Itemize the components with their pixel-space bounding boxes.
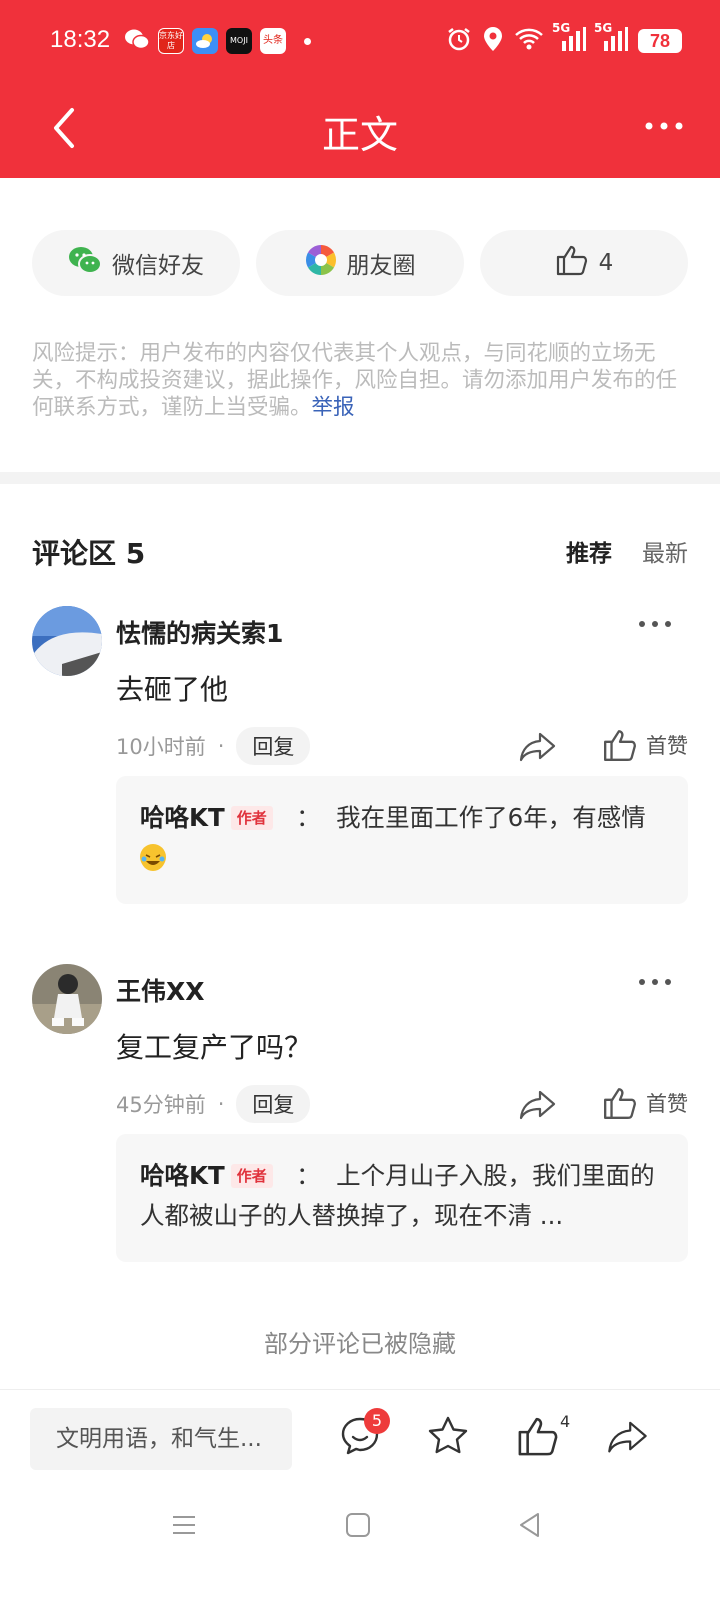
comment-sort-tabs: 推荐 最新: [566, 534, 688, 568]
system-nav-bar: [0, 1489, 720, 1604]
reply-colon: ：: [280, 1161, 337, 1190]
author-reply[interactable]: 哈咯KT 作者 ： 上个月山子入股，我们里面的人都被山子的人替换掉了，现在不清 .…: [116, 1134, 688, 1262]
home-square-icon: [346, 1513, 370, 1537]
menu-nav-button[interactable]: [170, 1511, 198, 1543]
comment-count-badge: 5: [364, 1408, 390, 1434]
star-icon: [428, 1416, 468, 1454]
comment-item: 王伟XX 复工复产了吗？ 45分钟前 · 回复 首赞 哈咯KT 作者 ： 上个月山…: [32, 964, 688, 1264]
status-bar: 18:32 京东好店 MOJI 头条 5G 5G 78: [0, 0, 720, 80]
thumbs-up-icon: [604, 1088, 636, 1119]
sort-recommend-tab[interactable]: 推荐: [566, 534, 612, 568]
page-header: 正文: [0, 84, 720, 178]
status-app-icons: 京东好店 MOJI 头条: [124, 28, 311, 54]
share-arrow-icon: [608, 1421, 647, 1453]
share-wechat-label: 微信好友: [112, 253, 204, 279]
author-reply[interactable]: 哈咯KT 作者 ： 我在里面工作了6年，有感情: [116, 776, 688, 904]
comment-share-button[interactable]: [518, 728, 558, 764]
sort-latest-tab[interactable]: 最新: [642, 534, 688, 568]
wifi-icon: [514, 27, 544, 55]
share-arrow-icon: [519, 1090, 556, 1120]
jd-app-icon: 京东好店: [158, 28, 184, 54]
author-badge: 作者: [230, 1164, 273, 1188]
reply-author-name[interactable]: 哈咯KT: [140, 803, 225, 832]
signal-icon: 5G: [552, 21, 586, 55]
share-arrow-icon: [519, 732, 556, 762]
more-horizontal-icon: [639, 979, 671, 985]
favorite-button[interactable]: [426, 1414, 470, 1458]
back-triangle-icon: [520, 1513, 539, 1537]
share-row: 微信好友 朋友圈 4: [32, 230, 688, 296]
thumbs-up-icon: [518, 1417, 558, 1456]
more-horizontal-icon: [639, 621, 671, 627]
moji-app-icon: MOJI: [226, 28, 252, 54]
reply-author-name[interactable]: 哈咯KT: [140, 1161, 225, 1190]
home-nav-button[interactable]: [344, 1511, 372, 1543]
article-like-button[interactable]: 4: [480, 230, 688, 296]
meta-separator: ·: [217, 734, 225, 758]
reply-button[interactable]: 回复: [236, 1085, 311, 1123]
comment-item: 怯懦的病关索1 去砸了他 10小时前 · 回复 首赞 哈咯KT 作者 ： 我在里面…: [32, 606, 688, 906]
risk-warning: 风险提示：用户发布的内容仅代表其个人观点，与同花顺的立场无关，不构成投资建议，据…: [32, 340, 692, 421]
hidden-comments-note: 部分评论已被隐藏: [264, 1330, 456, 1358]
comment-like-label: 首赞: [646, 1092, 688, 1116]
comments-title: 评论区 5: [32, 537, 146, 570]
location-icon: [482, 26, 504, 56]
comment-text: 去砸了他: [116, 673, 229, 706]
comments-header: 评论区 5 推荐 最新: [32, 532, 688, 572]
comment-time: 10小时前: [116, 735, 206, 759]
back-nav-button[interactable]: [516, 1511, 544, 1543]
reply-colon: ：: [280, 803, 337, 832]
comment-text: 复工复产了吗？: [116, 1031, 313, 1064]
comment-username[interactable]: 怯懦的病关索1: [116, 614, 283, 650]
more-notifications-dot: [304, 37, 311, 45]
share-moments-label: 朋友圈: [346, 253, 416, 279]
comment-time: 45分钟前: [116, 1093, 206, 1117]
report-link[interactable]: 举报: [312, 395, 355, 420]
section-divider: [0, 472, 720, 484]
bottom-action-bar: 文明用语，和气生... 5 4: [0, 1389, 720, 1489]
page-title: 正文: [321, 113, 398, 157]
share-wechat-button[interactable]: 微信好友: [32, 230, 240, 296]
bottom-like-count: 4: [560, 1412, 571, 1431]
share-moments-button[interactable]: 朋友圈: [256, 230, 464, 296]
comment-like-label: 首赞: [646, 734, 688, 758]
comment-like-button[interactable]: 首赞: [602, 728, 688, 762]
avatar[interactable]: [32, 606, 102, 676]
comment-input[interactable]: 文明用语，和气生...: [30, 1408, 292, 1470]
share-button[interactable]: [606, 1414, 650, 1458]
meta-separator: ·: [217, 1092, 225, 1116]
weather-app-icon: [192, 28, 218, 54]
status-right-icons: 5G 5G 78: [446, 21, 682, 56]
menu-icon: [173, 1516, 195, 1534]
status-time: 18:32: [50, 26, 111, 53]
comment-more-button[interactable]: [638, 974, 672, 990]
comment-more-button[interactable]: [638, 616, 672, 632]
article-like-count: 4: [598, 250, 614, 276]
toutiao-app-icon: 头条: [260, 28, 286, 54]
more-options-button[interactable]: [644, 116, 684, 136]
moments-icon: [305, 244, 337, 282]
comment-meta: 45分钟前 · 回复 首赞: [116, 1085, 688, 1123]
laughing-emoji-icon: [140, 844, 166, 871]
comment-share-button[interactable]: [518, 1086, 558, 1122]
top-bar: 18:32 京东好店 MOJI 头条 5G 5G 78 正文: [0, 0, 720, 178]
thumbs-up-icon: [604, 730, 636, 761]
like-button[interactable]: [516, 1414, 560, 1458]
author-badge: 作者: [230, 806, 273, 830]
battery-indicator: 78: [638, 29, 682, 53]
comment-meta: 10小时前 · 回复 首赞: [116, 727, 688, 765]
wechat-icon: [68, 246, 102, 280]
comment-username[interactable]: 王伟XX: [116, 972, 205, 1008]
avatar[interactable]: [32, 964, 102, 1034]
comment-like-button[interactable]: 首赞: [602, 1086, 688, 1120]
signal-icon: 5G: [594, 21, 628, 55]
wechat-icon: [124, 28, 150, 54]
more-horizontal-icon: [645, 122, 683, 130]
thumbs-up-icon: [555, 244, 589, 282]
reply-button[interactable]: 回复: [236, 727, 311, 765]
alarm-icon: [446, 26, 472, 56]
reply-text: 我在里面工作了6年，有感情: [336, 803, 646, 832]
